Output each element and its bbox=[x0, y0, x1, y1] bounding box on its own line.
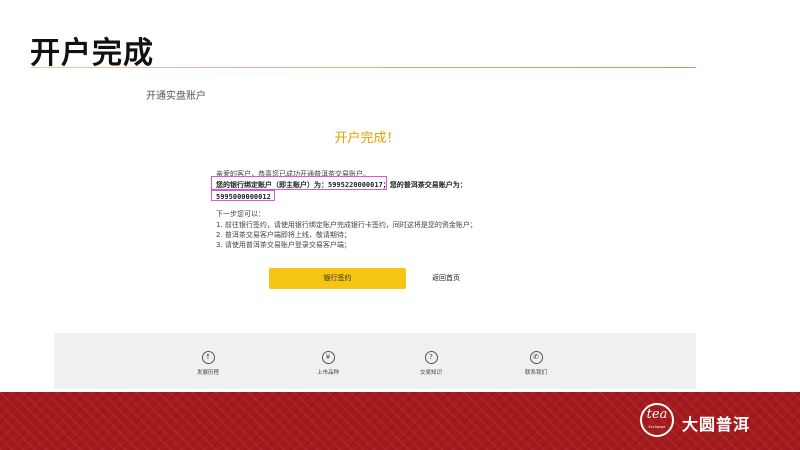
footer-item-label: 交易知识 bbox=[419, 370, 442, 376]
next-step-item: 1. 前往银行签约，请使用银行绑定账户完成银行卡签约，同时这将是您的资金账户； bbox=[216, 221, 477, 229]
back-home-link[interactable]: 返回首页 bbox=[432, 268, 460, 289]
footer-item-contact[interactable]: ✆ 联系我们 bbox=[506, 351, 566, 376]
phone-circle-icon: ✆ bbox=[529, 351, 543, 364]
bank-signing-button[interactable]: 银行签约 bbox=[269, 268, 406, 289]
section-label: 开通实盘账户 bbox=[146, 91, 206, 102]
logo-text: tea bbox=[646, 407, 668, 422]
tea-exchange-logo: tea Exchange bbox=[640, 403, 674, 437]
title-divider bbox=[30, 67, 696, 68]
footer-item-varieties[interactable]: ¥ 上市品种 bbox=[298, 351, 358, 376]
arrow-up-circle-icon: ↑ bbox=[201, 351, 215, 364]
footer-item-label: 联系我们 bbox=[524, 370, 547, 376]
brand-name: 大圆普洱 bbox=[682, 415, 751, 434]
bind-account-highlight bbox=[211, 176, 387, 190]
next-step-item: 3. 请使用普洱茶交易账户登录交易客户端； bbox=[216, 241, 351, 249]
next-steps-heading: 下一步您可以： bbox=[216, 210, 265, 218]
footer-item-label: 上市品种 bbox=[316, 370, 339, 376]
trade-account-label: ；您的普洱茶交易账户为： bbox=[382, 181, 467, 189]
footer-nav: ↑ 发展历程 ¥ 上市品种 ? 交易知识 ✆ 联系我们 bbox=[54, 333, 696, 389]
success-title-text: 开户完成！ bbox=[334, 131, 400, 146]
trade-account-highlight bbox=[211, 190, 275, 201]
footer-item-knowledge[interactable]: ? 交易知识 bbox=[401, 351, 461, 376]
footer-item-history[interactable]: ↑ 发展历程 bbox=[178, 351, 238, 376]
yen-circle-icon: ¥ bbox=[321, 351, 335, 364]
logo-subtext: Exchange bbox=[648, 425, 666, 429]
next-step-item: 2. 普洱茶交易客户端即将上线，敬请期待； bbox=[216, 231, 351, 239]
question-circle-icon: ? bbox=[424, 351, 438, 364]
brand-banner bbox=[0, 392, 800, 450]
slide-title: 开户完成 bbox=[30, 36, 154, 71]
success-title: 开户完成！ bbox=[0, 127, 800, 146]
footer-item-label: 发展历程 bbox=[196, 370, 219, 376]
